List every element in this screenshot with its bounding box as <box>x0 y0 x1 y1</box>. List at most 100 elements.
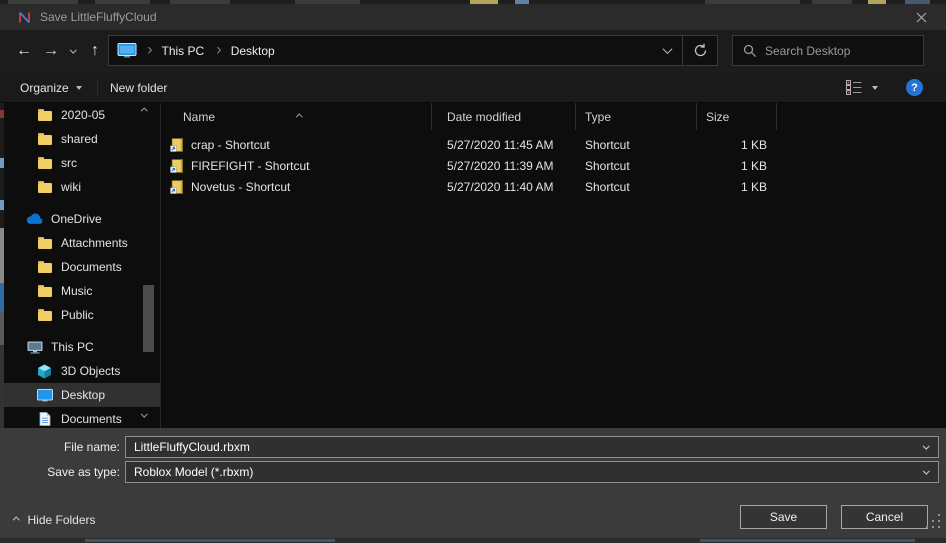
chevron-down-icon <box>70 46 76 52</box>
file-name-combo[interactable] <box>125 436 939 458</box>
save-button[interactable]: Save <box>740 505 827 529</box>
sidebar-item-documents-thispc[interactable]: Documents <box>0 407 160 428</box>
file-row-novetus-shortcut[interactable]: Novetus - Shortcut 5/27/2020 11:40 AM Sh… <box>161 176 946 197</box>
save-as-type-label: Save as type: <box>0 461 120 483</box>
sidebar-item-music[interactable]: Music <box>0 279 160 303</box>
folder-icon <box>36 109 53 121</box>
background-window-left-edge <box>0 103 4 428</box>
file-name: crap - Shortcut <box>191 138 270 152</box>
desktop-icon <box>36 389 53 402</box>
breadcrumb-this-pc[interactable]: This PC <box>160 44 207 58</box>
sidebar-scrollbar-thumb[interactable] <box>143 285 154 352</box>
file-date-modified: 5/27/2020 11:39 AM <box>432 159 576 173</box>
sidebar-item-documents[interactable]: Documents <box>0 255 160 279</box>
chevron-down-icon <box>923 442 929 448</box>
sidebar-item-onedrive[interactable]: OneDrive <box>0 207 160 231</box>
sidebar-item-wiki[interactable]: wiki <box>0 175 160 199</box>
close-button[interactable] <box>904 4 938 30</box>
file-type: Shortcut <box>576 159 697 173</box>
organize-button[interactable]: Organize <box>20 72 82 103</box>
search-box[interactable] <box>732 35 924 66</box>
sidebar-item-label: Public <box>61 308 94 322</box>
hide-folders-button[interactable]: Hide Folders <box>14 508 96 532</box>
search-input[interactable] <box>765 36 923 65</box>
sidebar-item-label: Music <box>61 284 92 298</box>
sidebar-item-src[interactable]: src <box>0 151 160 175</box>
folder-icon <box>36 309 53 321</box>
shortcut-file-icon <box>170 138 184 152</box>
resize-grip[interactable] <box>926 514 940 528</box>
column-header-name[interactable]: Name <box>161 103 432 130</box>
file-date-modified: 5/27/2020 11:40 AM <box>432 180 576 194</box>
sidebar-item-label: 2020-05 <box>61 108 105 122</box>
refresh-button[interactable] <box>683 36 717 65</box>
file-size: 1 KB <box>697 159 777 173</box>
save-as-type-select[interactable]: Roblox Model (*.rbxm) <box>125 461 939 483</box>
search-icon <box>743 44 757 58</box>
sidebar-item-label: Attachments <box>61 236 128 250</box>
help-button[interactable]: ? <box>906 79 923 96</box>
folder-icon <box>36 285 53 297</box>
sidebar-item-2020-05[interactable]: 2020-05 <box>0 103 160 127</box>
new-folder-button[interactable]: New folder <box>110 72 167 103</box>
address-dropdown-button[interactable] <box>652 36 682 65</box>
save-as-type-dropdown-button[interactable] <box>914 470 938 475</box>
shortcut-file-icon <box>170 180 184 194</box>
file-type: Shortcut <box>576 180 697 194</box>
hide-folders-label: Hide Folders <box>28 513 96 527</box>
sidebar-item-label: src <box>61 156 77 170</box>
column-header-label: Date modified <box>447 110 521 124</box>
sidebar-item-public[interactable]: Public <box>0 303 160 327</box>
address-bar[interactable]: This PC Desktop <box>108 35 718 66</box>
breadcrumb-separator-icon <box>145 47 151 53</box>
organize-label: Organize <box>20 81 69 95</box>
sidebar-item-shared[interactable]: shared <box>0 127 160 151</box>
onedrive-cloud-icon <box>26 213 43 225</box>
up-one-level-button[interactable]: ↑ <box>82 30 108 72</box>
recent-locations-button[interactable] <box>64 30 82 72</box>
column-header-date-modified[interactable]: Date modified <box>432 103 576 130</box>
navigation-bar: ← → ↑ This PC Desktop <box>0 30 946 72</box>
file-name-label: File name: <box>0 436 120 458</box>
background-window-bottom-edge <box>0 538 946 543</box>
sidebar-item-label: 3D Objects <box>61 364 120 378</box>
back-button[interactable]: ← <box>10 30 38 72</box>
chevron-down-icon <box>662 44 672 54</box>
cancel-button[interactable]: Cancel <box>841 505 928 529</box>
save-as-type-value: Roblox Model (*.rbxm) <box>126 465 914 479</box>
forward-button[interactable]: → <box>38 30 64 72</box>
sidebar-item-label: Documents <box>61 412 122 426</box>
folder-icon <box>36 237 53 249</box>
file-row-firefight-shortcut[interactable]: FIREFIGHT - Shortcut 5/27/2020 11:39 AM … <box>161 155 946 176</box>
column-header-size[interactable]: Size <box>697 103 777 130</box>
background-artifact <box>0 200 4 210</box>
column-header-label: Type <box>585 110 611 124</box>
sidebar-item-label: This PC <box>51 340 94 354</box>
background-artifact <box>0 345 4 428</box>
folder-icon <box>36 133 53 145</box>
novetus-app-icon <box>17 10 32 25</box>
sidebar-item-desktop[interactable]: Desktop <box>0 383 160 407</box>
column-header-type[interactable]: Type <box>576 103 697 130</box>
toolbar-divider <box>97 80 98 95</box>
folder-icon <box>36 261 53 273</box>
background-artifact <box>0 110 4 118</box>
change-view-button[interactable] <box>846 72 878 103</box>
file-size: 1 KB <box>697 180 777 194</box>
folder-icon <box>36 157 53 169</box>
file-name-dropdown-button[interactable] <box>914 445 938 450</box>
file-name-input[interactable] <box>126 440 914 454</box>
command-toolbar: Organize New folder ? <box>0 72 946 103</box>
sidebar-item-attachments[interactable]: Attachments <box>0 231 160 255</box>
file-row-crap-shortcut[interactable]: crap - Shortcut 5/27/2020 11:45 AM Short… <box>161 134 946 155</box>
file-size: 1 KB <box>697 138 777 152</box>
file-type: Shortcut <box>576 138 697 152</box>
file-list: crap - Shortcut 5/27/2020 11:45 AM Short… <box>161 134 946 197</box>
breadcrumb-desktop[interactable]: Desktop <box>229 44 277 58</box>
document-icon <box>36 412 53 426</box>
sidebar-item-3d-objects[interactable]: 3D Objects <box>0 359 160 383</box>
refresh-icon <box>693 43 708 58</box>
column-header-label: Name <box>183 110 215 124</box>
sidebar-item-this-pc[interactable]: This PC <box>0 335 160 359</box>
background-artifact <box>85 539 335 542</box>
